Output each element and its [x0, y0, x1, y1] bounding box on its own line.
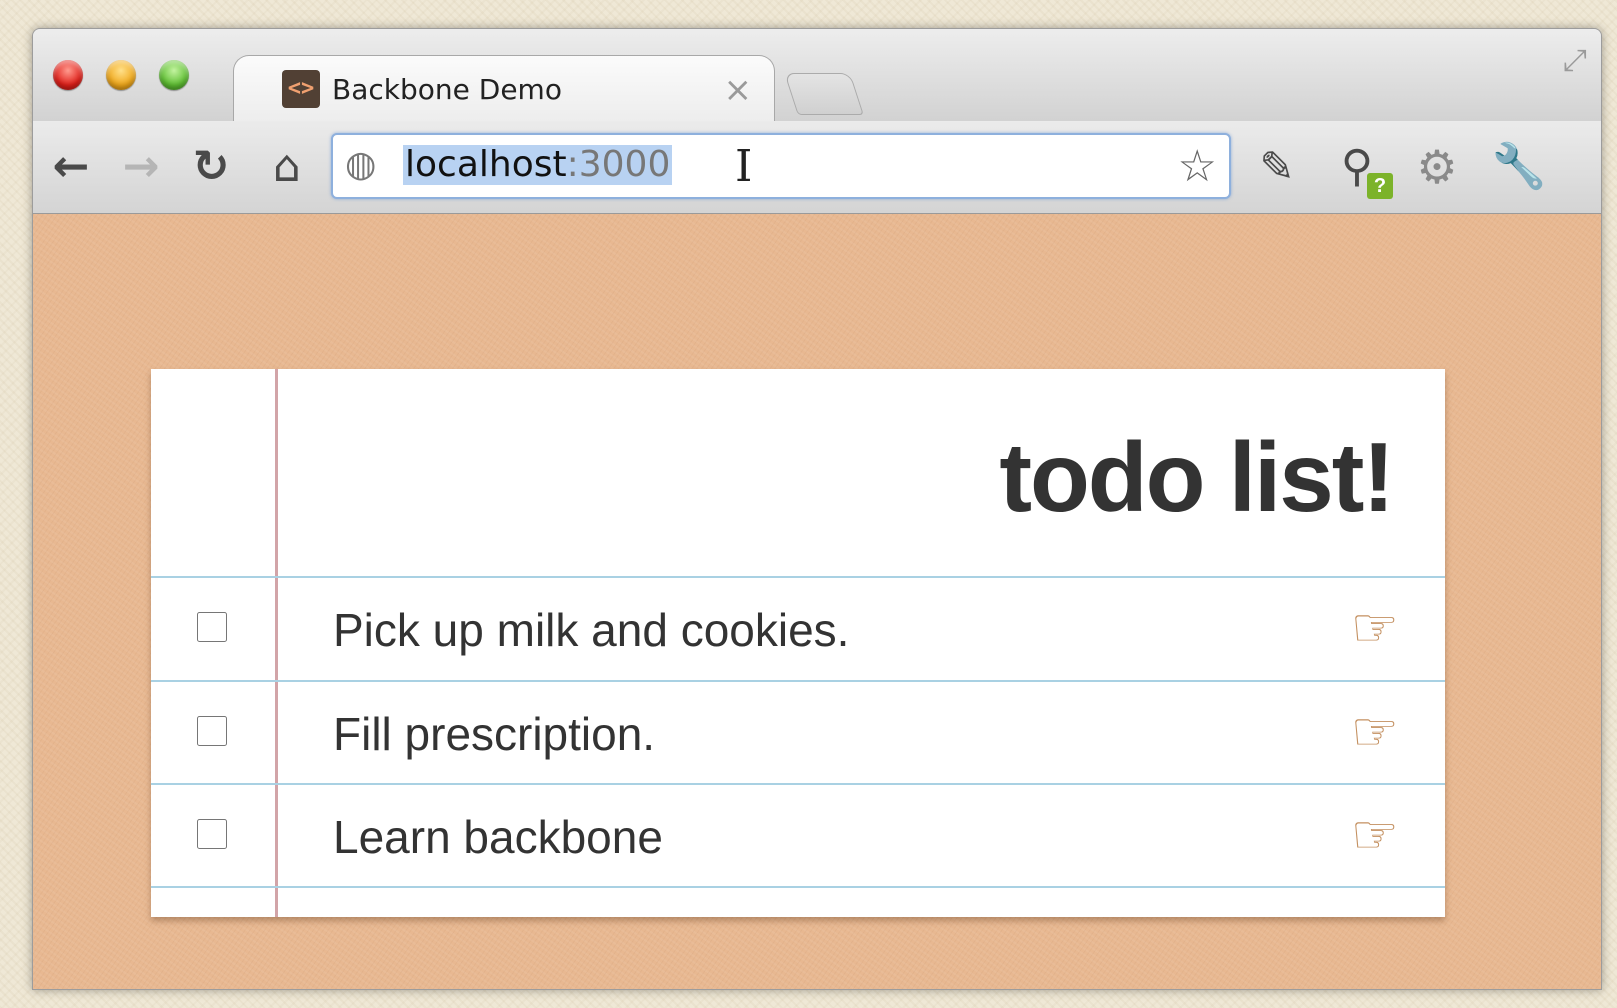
back-button[interactable]: ←: [43, 139, 99, 195]
extension-help-badge: ?: [1367, 173, 1393, 199]
browser-window: <> Backbone Demo × ⤢ ← → ↻ ⌂ ◍ localhost…: [32, 28, 1602, 990]
page-viewport: todo list! Pick up milk and cookies. ☞ F…: [33, 214, 1601, 989]
globe-icon: ◍: [345, 144, 377, 185]
reload-button[interactable]: ↻: [183, 139, 239, 195]
pointing-hand-icon[interactable]: ☞: [1351, 700, 1399, 763]
page-title: todo list!: [999, 422, 1395, 532]
todo-item: Pick up milk and cookies. ☞: [151, 578, 1445, 680]
new-tab-button[interactable]: [784, 73, 864, 115]
pointing-hand-icon[interactable]: ☞: [1351, 596, 1399, 659]
settings-gear-icon[interactable]: ⚙: [1409, 139, 1465, 195]
home-button[interactable]: ⌂: [259, 139, 315, 195]
todo-checkbox[interactable]: [197, 612, 227, 642]
url-text[interactable]: localhost:3000: [403, 144, 673, 185]
ruled-line: [151, 886, 1445, 888]
browser-toolbar: ← → ↻ ⌂ ◍ localhost:3000 I ☆ ✎ ⚲ ? ⚙ 🔧: [33, 121, 1601, 214]
text-cursor-icon: I: [735, 141, 753, 192]
window-zoom-button[interactable]: [159, 60, 189, 90]
window-close-button[interactable]: [53, 60, 83, 90]
todo-text[interactable]: Learn backbone: [333, 810, 663, 864]
bookmark-star-icon[interactable]: ☆: [1178, 141, 1217, 192]
fullscreen-icon[interactable]: ⤢: [1563, 43, 1587, 78]
url-host: localhost: [405, 144, 567, 185]
tab-title: Backbone Demo: [332, 73, 562, 106]
window-minimize-button[interactable]: [106, 60, 136, 90]
forward-button[interactable]: →: [113, 139, 169, 195]
pointing-hand-icon[interactable]: ☞: [1351, 803, 1399, 866]
extension-pen-icon[interactable]: ✎: [1249, 139, 1305, 195]
tab-backbone-demo[interactable]: <> Backbone Demo ×: [233, 55, 775, 126]
wrench-menu-icon[interactable]: 🔧: [1491, 139, 1547, 195]
todo-item: Fill prescription. ☞: [151, 682, 1445, 784]
url-port: :3000: [566, 144, 671, 185]
todo-text[interactable]: Fill prescription.: [333, 707, 655, 761]
todo-checkbox[interactable]: [197, 716, 227, 746]
todo-item: Learn backbone ☞: [151, 785, 1445, 887]
favicon-icon: <>: [282, 70, 320, 108]
todo-checkbox[interactable]: [197, 819, 227, 849]
tab-strip: <> Backbone Demo × ⤢: [33, 29, 1601, 126]
todo-paper: todo list! Pick up milk and cookies. ☞ F…: [151, 369, 1445, 917]
address-bar[interactable]: ◍ localhost:3000 I ☆: [331, 133, 1231, 199]
tab-close-icon[interactable]: ×: [724, 70, 753, 110]
todo-text[interactable]: Pick up milk and cookies.: [333, 603, 849, 657]
